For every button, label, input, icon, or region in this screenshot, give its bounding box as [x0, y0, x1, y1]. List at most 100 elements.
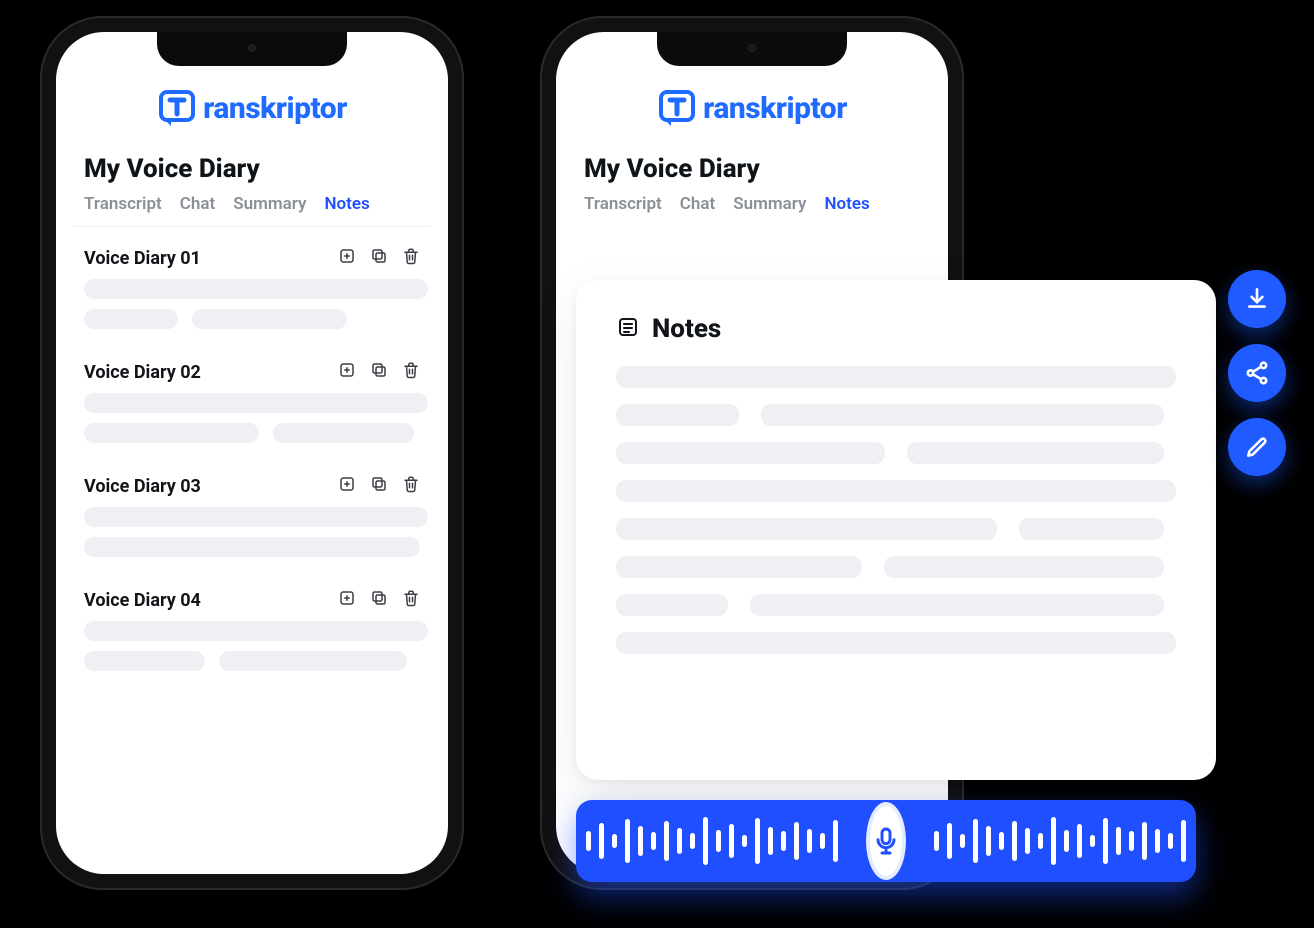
waveform-bar	[1051, 817, 1056, 865]
waveform-bar	[716, 830, 721, 852]
skeleton-line	[273, 423, 414, 443]
waveform-bar	[1025, 828, 1030, 854]
share-icon	[1244, 360, 1270, 386]
skeleton-line	[84, 423, 259, 443]
brand-mark-icon	[657, 88, 697, 128]
skeleton-line	[84, 393, 428, 413]
tab-chat[interactable]: Chat	[680, 194, 715, 214]
skeleton-line	[192, 309, 347, 329]
tab-chat[interactable]: Chat	[180, 194, 215, 214]
waveform-bar	[742, 835, 747, 847]
tab-notes[interactable]: Notes	[324, 194, 369, 214]
skeleton-line	[761, 404, 1164, 426]
waveform-bar	[999, 832, 1004, 850]
phone-notch	[657, 32, 847, 66]
download-button[interactable]	[1228, 270, 1286, 328]
skeleton-line	[616, 556, 862, 578]
add-icon[interactable]	[338, 475, 356, 497]
waveform-right	[916, 817, 1204, 865]
add-icon[interactable]	[338, 361, 356, 383]
skeleton-line	[750, 594, 1164, 616]
waveform-bar	[599, 823, 604, 859]
waveform-bar	[1129, 831, 1134, 851]
list-item-title: Voice Diary 01	[84, 248, 201, 269]
list-item[interactable]: Voice Diary 02	[80, 355, 424, 461]
skeleton-line	[84, 279, 428, 299]
brand-name: ranskriptor	[203, 91, 347, 126]
notes-body	[616, 366, 1176, 654]
add-icon[interactable]	[338, 589, 356, 611]
skeleton-line	[84, 651, 205, 671]
tab-summary[interactable]: Summary	[233, 194, 306, 214]
copy-icon[interactable]	[370, 589, 388, 611]
tab-notes[interactable]: Notes	[824, 194, 869, 214]
copy-icon[interactable]	[370, 247, 388, 269]
trash-icon[interactable]	[402, 361, 420, 383]
add-icon[interactable]	[338, 247, 356, 269]
waveform-bar	[651, 832, 656, 850]
waveform-bar	[973, 819, 978, 863]
page-title: My Voice Diary	[584, 154, 920, 184]
skeleton-line	[616, 442, 885, 464]
brand-logo: ranskriptor	[657, 88, 847, 128]
tab-summary[interactable]: Summary	[733, 194, 806, 214]
trash-icon[interactable]	[402, 475, 420, 497]
tab-transcript[interactable]: Transcript	[584, 194, 662, 214]
waveform-left	[568, 817, 856, 865]
waveform-bar	[1077, 824, 1082, 858]
waveform-bar	[820, 833, 825, 849]
waveform-bar	[638, 826, 643, 856]
list-item[interactable]: Voice Diary 03	[80, 469, 424, 575]
skeleton-line	[884, 556, 1164, 578]
list-item-title: Voice Diary 04	[84, 590, 201, 611]
waveform-bar	[1103, 818, 1108, 864]
waveform-bar	[1142, 822, 1147, 860]
skeleton-line	[616, 594, 728, 616]
skeleton-line	[84, 537, 420, 557]
waveform-bar	[986, 826, 991, 856]
waveform-bar	[1116, 827, 1121, 855]
diary-list: Voice Diary 01	[74, 241, 430, 689]
notes-icon	[616, 315, 640, 343]
notes-card: Notes	[576, 280, 1216, 780]
waveform-bar	[677, 828, 682, 854]
waveform-bar	[934, 831, 939, 851]
list-item-title: Voice Diary 02	[84, 362, 201, 383]
waveform-bar	[947, 823, 952, 859]
waveform-bar	[960, 834, 965, 848]
skeleton-line	[219, 651, 407, 671]
skeleton-line	[616, 518, 997, 540]
share-button[interactable]	[1228, 344, 1286, 402]
tabs: Transcript Chat Summary Notes	[574, 194, 930, 226]
floating-actions	[1228, 270, 1286, 476]
copy-icon[interactable]	[370, 361, 388, 383]
waveform-bar	[768, 827, 773, 855]
skeleton-line	[84, 507, 428, 527]
waveform-bar	[664, 821, 669, 861]
record-button[interactable]	[866, 802, 906, 880]
waveform-bar	[729, 824, 734, 858]
phone-mockup-diary-list: ranskriptor My Voice Diary Transcript Ch…	[42, 18, 462, 888]
phone-notch	[157, 32, 347, 66]
waveform-bar	[781, 831, 786, 851]
pencil-icon	[1244, 434, 1270, 460]
waveform-bar	[1038, 833, 1043, 849]
skeleton-line	[616, 480, 1176, 502]
trash-icon[interactable]	[402, 589, 420, 611]
waveform-bar	[1181, 820, 1186, 862]
waveform-bar	[794, 822, 799, 860]
edit-button[interactable]	[1228, 418, 1286, 476]
list-item[interactable]: Voice Diary 04	[80, 583, 424, 689]
waveform-bar	[755, 818, 760, 864]
list-item[interactable]: Voice Diary 01	[80, 241, 424, 347]
notes-title: Notes	[652, 314, 721, 344]
waveform-bar	[833, 820, 838, 862]
copy-icon[interactable]	[370, 475, 388, 497]
page-title: My Voice Diary	[84, 154, 420, 184]
tab-transcript[interactable]: Transcript	[84, 194, 162, 214]
trash-icon[interactable]	[402, 247, 420, 269]
skeleton-line	[907, 442, 1165, 464]
waveform-bar	[703, 817, 708, 865]
waveform-bar	[586, 831, 591, 851]
brand-name: ranskriptor	[703, 91, 847, 126]
